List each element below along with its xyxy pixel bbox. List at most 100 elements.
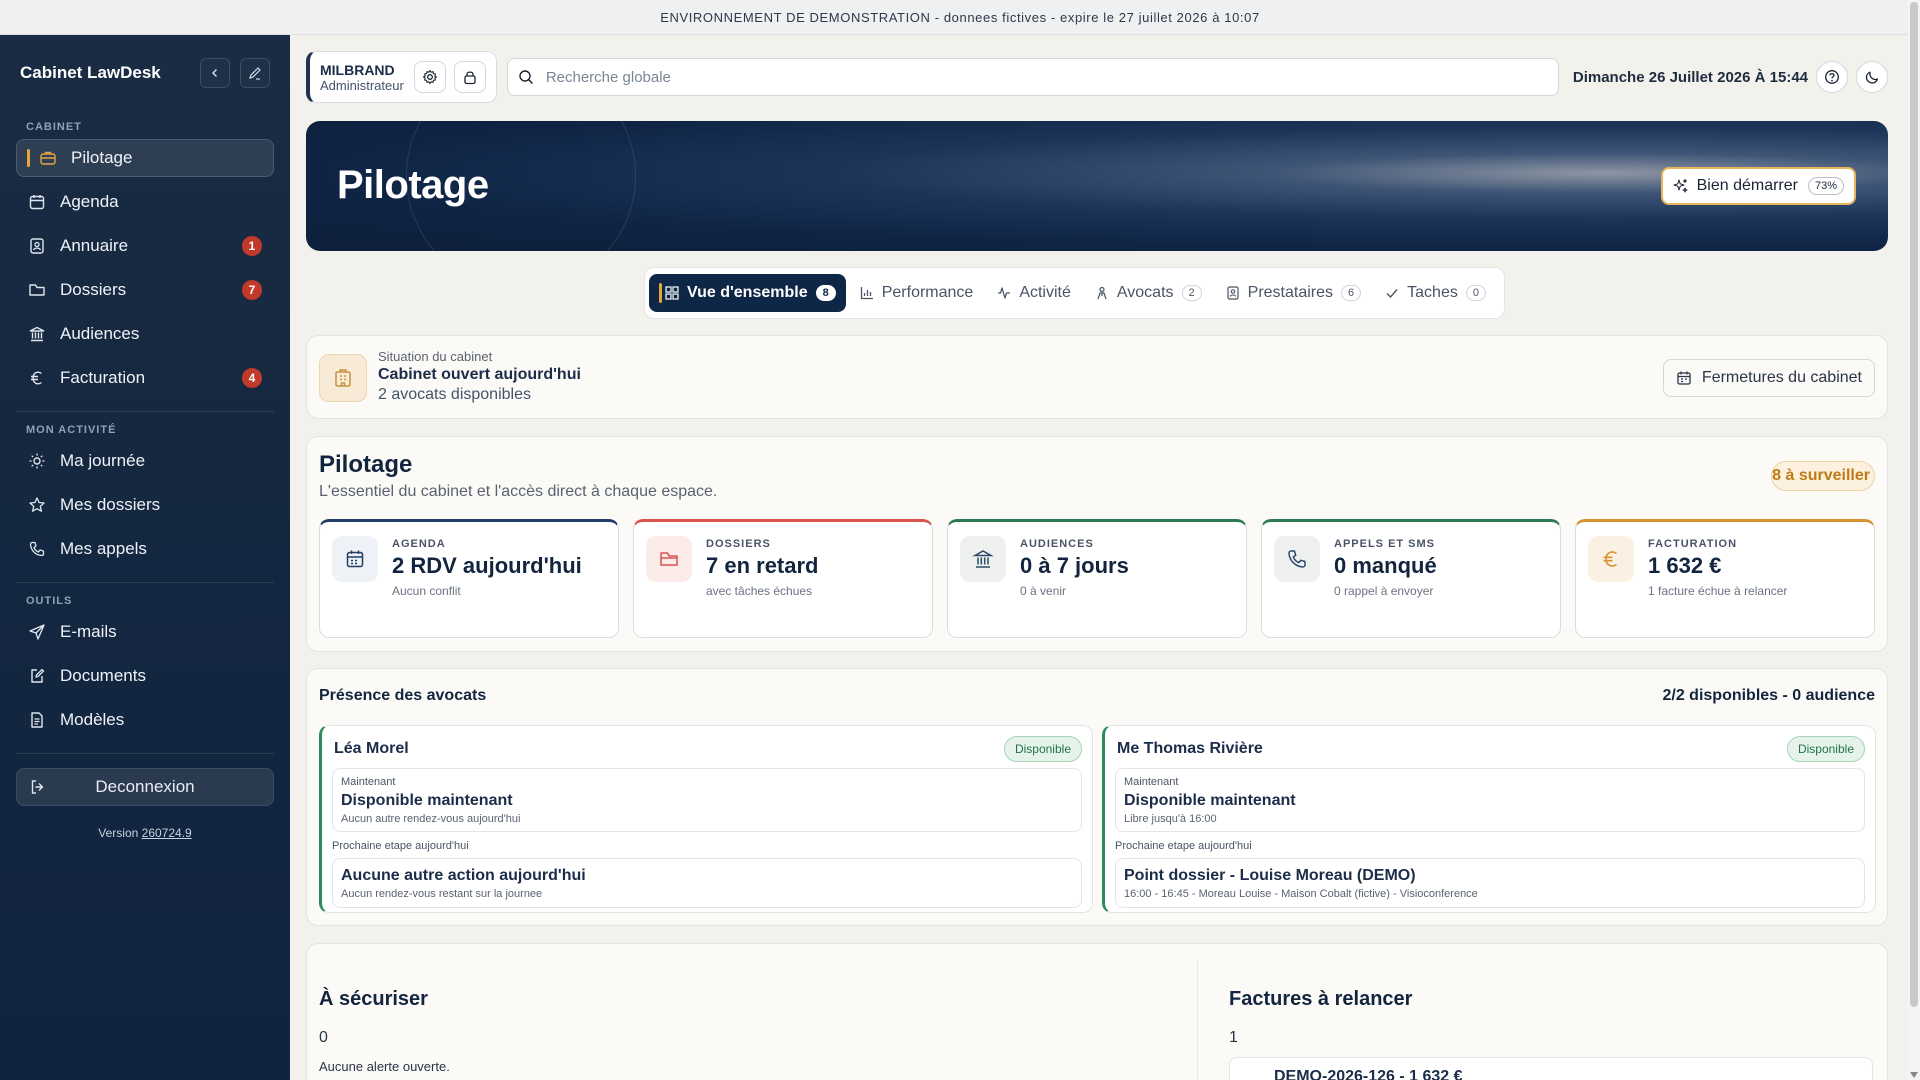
star-icon bbox=[29, 497, 45, 512]
lawyer-card[interactable]: Me Thomas Rivière Disponible Maintenant … bbox=[1102, 725, 1876, 913]
sidebar-item-emails[interactable]: E-mails bbox=[16, 613, 274, 651]
sidebar-item-label: Agenda bbox=[60, 192, 119, 211]
collapse-sidebar-button[interactable] bbox=[200, 58, 230, 88]
sidebar-item-label: Mes dossiers bbox=[60, 495, 161, 514]
dark-mode-button[interactable] bbox=[1856, 61, 1888, 93]
kpi-value: 1 632 € bbox=[1648, 553, 1722, 578]
euro-icon bbox=[31, 371, 42, 385]
tab-taches[interactable]: Taches 0 bbox=[1375, 274, 1496, 312]
overview-tabs: Vue d'ensemble 8 Performance Activité Av… bbox=[644, 267, 1505, 319]
notification-badge: 1 bbox=[242, 236, 262, 256]
kpi-dossiers[interactable]: DOSSIERS 7 en retard avec tâches échues bbox=[633, 519, 933, 638]
tab-count: 6 bbox=[1341, 285, 1362, 301]
euro-icon bbox=[1588, 536, 1634, 582]
invoice-row[interactable]: DEMO-2026-126 - 1 632 € bbox=[1229, 1057, 1873, 1080]
moon-icon bbox=[1865, 71, 1879, 84]
column-divider bbox=[1197, 958, 1198, 1080]
folder-icon bbox=[29, 284, 45, 296]
scrollbar-thumb[interactable] bbox=[1910, 2, 1918, 1007]
logout-label: Deconnexion bbox=[95, 777, 195, 796]
next-subtext: 16:00 - 16:45 - Moreau Louise - Maison C… bbox=[1124, 888, 1478, 900]
tab-performance[interactable]: Performance bbox=[850, 274, 984, 312]
courthouse-icon bbox=[960, 536, 1006, 582]
watch-badge[interactable]: 8 à surveiller bbox=[1771, 461, 1875, 491]
building-icon bbox=[319, 354, 367, 402]
sidebar-item-label: Documents bbox=[60, 666, 146, 685]
kpi-label: DOSSIERS bbox=[706, 538, 771, 550]
bar-chart-icon bbox=[860, 287, 873, 300]
folder-icon bbox=[646, 536, 692, 582]
page-scrollbar[interactable] bbox=[1908, 0, 1920, 1080]
closures-button[interactable]: Fermetures du cabinet bbox=[1662, 359, 1875, 397]
logout-icon bbox=[31, 780, 44, 794]
current-datetime: Dimanche 26 Juillet 2026 À 15:44 bbox=[1572, 68, 1808, 86]
search-input[interactable] bbox=[545, 68, 1548, 86]
sidebar-item-documents[interactable]: Documents bbox=[16, 657, 274, 695]
top-bar: MILBRAND Administrateur Dimanche 26 Juil… bbox=[306, 51, 1888, 103]
sidebar-item-agenda[interactable]: Agenda bbox=[16, 183, 274, 221]
next-title: Point dossier - Louise Moreau (DEMO) bbox=[1124, 867, 1416, 884]
calendar-icon bbox=[1677, 371, 1691, 385]
person-icon bbox=[1097, 286, 1107, 300]
pencil-icon bbox=[249, 67, 261, 80]
document-edit-icon bbox=[31, 668, 45, 683]
edit-button[interactable] bbox=[240, 58, 270, 88]
sidebar: Cabinet LawDesk CABINET Pilotage Agenda … bbox=[0, 35, 290, 1080]
sidebar-item-pilotage[interactable]: Pilotage bbox=[16, 139, 274, 177]
user-role: Administrateur bbox=[320, 77, 404, 93]
sidebar-item-mes-dossiers[interactable]: Mes dossiers bbox=[16, 486, 274, 524]
app-version: Version 260724.9 bbox=[0, 826, 290, 840]
now-label: Maintenant bbox=[341, 776, 396, 788]
logout-button[interactable]: Deconnexion bbox=[16, 768, 274, 806]
kpi-agenda[interactable]: AGENDA 2 RDV aujourd'hui Aucun conflit bbox=[319, 519, 619, 638]
section-tools: OUTILS bbox=[26, 595, 73, 607]
next-step-label: Prochaine etape aujourd'hui bbox=[332, 840, 469, 852]
alerts-section: À sécuriser 0 Aucune alerte ouverte. Fac… bbox=[306, 943, 1888, 1080]
tab-label: Avocats bbox=[1116, 284, 1174, 301]
briefcase-icon bbox=[40, 151, 56, 165]
sidebar-item-mes-appels[interactable]: Mes appels bbox=[16, 530, 274, 568]
page-title: Pilotage bbox=[337, 163, 489, 207]
sidebar-item-ma-journee[interactable]: Ma journée bbox=[16, 442, 274, 480]
sidebar-item-label: Audiences bbox=[60, 324, 140, 343]
sidebar-item-audiences[interactable]: Audiences bbox=[16, 315, 274, 353]
sidebar-item-label: Facturation bbox=[60, 368, 146, 387]
chevron-left-icon bbox=[211, 68, 218, 78]
version-link[interactable]: 260724.9 bbox=[142, 826, 192, 840]
kpi-subtext: 1 facture échue à relancer bbox=[1648, 584, 1788, 598]
lawyer-next-box[interactable]: Point dossier - Louise Moreau (DEMO) 16:… bbox=[1115, 858, 1865, 908]
kpi-facturation[interactable]: FACTURATION 1 632 € 1 facture échue à re… bbox=[1575, 519, 1875, 638]
phone-icon bbox=[29, 541, 45, 557]
lawyer-card[interactable]: Léa Morel Disponible Maintenant Disponib… bbox=[319, 725, 1093, 913]
global-search[interactable] bbox=[506, 58, 1559, 96]
settings-button[interactable] bbox=[413, 61, 446, 93]
kpi-subtext: 0 à venir bbox=[1020, 584, 1067, 598]
tab-count: 0 bbox=[1465, 285, 1486, 301]
check-icon bbox=[1386, 289, 1398, 299]
pilotage-subtitle: L'essentiel du cabinet et l'accès direct… bbox=[319, 483, 718, 500]
tab-label: Activité bbox=[1019, 284, 1071, 301]
sidebar-item-facturation[interactable]: Facturation 4 bbox=[16, 359, 274, 397]
contacts-icon bbox=[1227, 286, 1239, 300]
tab-activite[interactable]: Activité bbox=[987, 274, 1081, 312]
lawyer-next-box: Aucune autre action aujourd'hui Aucun re… bbox=[332, 858, 1082, 908]
secure-count: 0 bbox=[319, 1029, 328, 1046]
tab-avocats[interactable]: Avocats 2 bbox=[1085, 274, 1212, 312]
sidebar-item-modeles[interactable]: Modèles bbox=[16, 701, 274, 739]
tab-prestataires[interactable]: Prestataires 6 bbox=[1216, 274, 1372, 312]
lawyer-now-box: Maintenant Disponible maintenant Aucun a… bbox=[332, 768, 1082, 832]
next-step-label: Prochaine etape aujourd'hui bbox=[1115, 840, 1252, 852]
demo-banner: ENVIRONNEMENT DE DEMONSTRATION - donnees… bbox=[0, 0, 1920, 35]
tab-vue-ensemble[interactable]: Vue d'ensemble 8 bbox=[649, 274, 846, 312]
kpi-appels[interactable]: APPELS ET SMS 0 manqué 0 rappel à envoye… bbox=[1261, 519, 1561, 638]
getting-started-button[interactable]: Bien démarrer 73% bbox=[1660, 167, 1856, 205]
kpi-value: 0 manqué bbox=[1334, 553, 1437, 578]
sidebar-item-dossiers[interactable]: Dossiers 7 bbox=[16, 271, 274, 309]
sidebar-item-annuaire[interactable]: Annuaire 1 bbox=[16, 227, 274, 265]
help-button[interactable] bbox=[1816, 61, 1848, 93]
lock-button[interactable] bbox=[453, 61, 486, 93]
scroll-down-arrow-icon[interactable] bbox=[1910, 1072, 1918, 1078]
kpi-audiences[interactable]: AUDIENCES 0 à 7 jours 0 à venir bbox=[947, 519, 1247, 638]
pilotage-card: Pilotage L'essentiel du cabinet et l'acc… bbox=[306, 436, 1888, 652]
grid-icon bbox=[665, 286, 679, 300]
